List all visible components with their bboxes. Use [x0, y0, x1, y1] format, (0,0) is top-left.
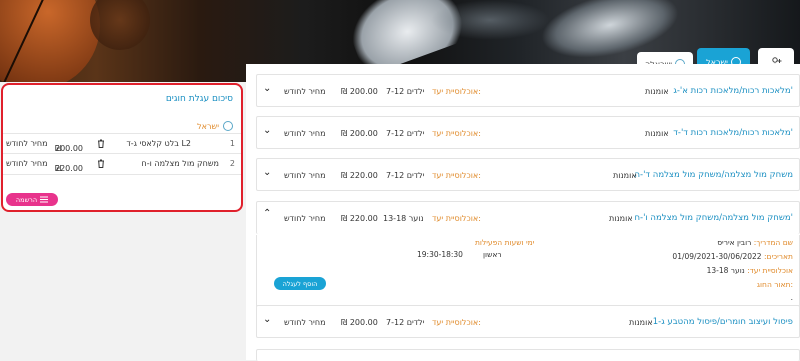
register-label: הרשמה: [15, 195, 38, 204]
price-period: מחיר לחודש: [284, 171, 326, 180]
course-row[interactable]: משחק מול מצלמה/משחק מול מצלמה ד'-ה אומנו…: [256, 158, 800, 191]
add-to-cart-button[interactable]: הוסף לעגלה: [274, 277, 326, 290]
course-row-expanded[interactable]: משחק מול מצלמה/משחק מול מצלמה ו'-ח' אומנ…: [256, 201, 800, 234]
audience-value: ילדים 7-12: [386, 129, 425, 138]
schedule-header: ימי ושעות הפעילות: [475, 238, 535, 247]
trash-icon[interactable]: [97, 139, 105, 150]
course-price: ₪ 200.00: [341, 129, 378, 138]
course-row[interactable]: [256, 349, 800, 361]
course-row[interactable]: מלאכות רכות/מלאכות רכות א'-ג' אומנות אוכ…: [256, 74, 800, 107]
course-category: אומנות: [609, 214, 633, 223]
course-row[interactable]: פיסול ועיצוב חומרים/פיסול מהטבע ג-1 אומנ…: [256, 305, 800, 338]
register-button[interactable]: הרשמה: [6, 193, 58, 206]
basketball-image: [0, 0, 100, 82]
cart-item: 2 משחק מול מצלמה ו-ח ₪ 220.00 מחיר לחודש: [3, 153, 241, 175]
audience-value: ילדים 7-12: [386, 171, 425, 180]
cart-item-period: מחיר לחודש: [6, 139, 48, 148]
course-category: אומנות: [645, 129, 669, 138]
cart-item-period: מחיר לחודש: [6, 159, 48, 168]
course-price: ₪ 200.00: [341, 318, 378, 327]
price-period: מחיר לחודש: [284, 214, 326, 223]
audience-value: נוער 13-18: [383, 214, 424, 223]
course-title[interactable]: מלאכות רכות/מלאכות רכות ד'-ד': [673, 128, 793, 138]
list-icon: [40, 196, 49, 203]
audience-label: אוכלוסיית יעד:: [432, 171, 481, 180]
course-price: ₪ 200.00: [341, 87, 378, 96]
audience-value: ילדים 7-12: [386, 318, 425, 327]
cart-title: סיכום עגלת חוגים: [165, 94, 233, 104]
course-price: ₪ 220.00: [341, 171, 378, 180]
chevron-down-icon[interactable]: ⌄: [263, 314, 271, 325]
trash-icon[interactable]: [97, 159, 105, 170]
chevron-down-icon[interactable]: ⌄: [263, 125, 271, 136]
chevron-down-icon[interactable]: ⌄: [263, 83, 271, 94]
audience-label: אוכלוסיית יעד:: [432, 318, 481, 327]
description-label: תאור החוג:: [756, 280, 793, 289]
ball-image: [90, 0, 150, 50]
audience-label: אוכלוסיית יעד:: [432, 129, 481, 138]
course-title[interactable]: פיסול ועיצוב חומרים/פיסול מהטבע ג-1: [653, 317, 793, 327]
course-row[interactable]: מלאכות רכות/מלאכות רכות ד'-ד' אומנות אוכ…: [256, 116, 800, 149]
instructor-info: שם המדריך: רובין איריס: [717, 238, 793, 247]
audience-value: ילדים 7-12: [386, 87, 425, 96]
cart-item-index: 2: [229, 159, 235, 168]
price-period: מחיר לחודש: [284, 129, 326, 138]
course-title[interactable]: משחק מול מצלמה/משחק מול מצלמה ו'-ח': [634, 213, 793, 223]
course-category: אומנות: [645, 87, 669, 96]
cart-item-name: בלט קלאסי ג-ד L2: [126, 139, 191, 148]
course-category: אומנות: [613, 171, 637, 180]
cart-item-name: משחק מול מצלמה ו-ח: [141, 159, 219, 168]
cart-location: ישראל: [197, 121, 233, 131]
schedule-hours: 19:30-18:30: [417, 250, 463, 259]
schedule-day: ראשון: [483, 250, 502, 259]
course-title[interactable]: מלאכות רכות/מלאכות רכות א'-ג': [673, 86, 793, 96]
courses-panel: מלאכות רכות/מלאכות רכות א'-ג' אומנות אוכ…: [246, 64, 800, 361]
chevron-down-icon[interactable]: ⌄: [263, 167, 271, 178]
dates-info: תאריכים: 01/09/2021-30/06/2022: [672, 252, 793, 261]
chevron-up-icon[interactable]: ⌃: [263, 208, 271, 219]
course-price: ₪ 220.00: [341, 214, 378, 223]
price-period: מחיר לחודש: [284, 318, 326, 327]
course-title[interactable]: משחק מול מצלמה/משחק מול מצלמה ד'-ה: [634, 170, 793, 180]
cart-item: 1 בלט קלאסי ג-ד L2 ₪ 200.00 מחיר לחודש: [3, 133, 241, 154]
cart-summary: סיכום עגלת חוגים ישראל 1 בלט קלאסי ג-ד L…: [1, 83, 243, 212]
audience-label: אוכלוסיית יעד:: [432, 214, 481, 223]
municipality-seal-icon: [223, 121, 233, 131]
splash-image: [430, 0, 550, 40]
course-category: אומנות: [629, 318, 653, 327]
audience-info: אוכלוסיית יעד: נוער 13-18: [706, 266, 793, 275]
description-text: .: [790, 293, 793, 302]
cart-item-index: 1: [229, 139, 235, 148]
price-period: מחיר לחודש: [284, 87, 326, 96]
audience-label: אוכלוסיית יעד:: [432, 87, 481, 96]
